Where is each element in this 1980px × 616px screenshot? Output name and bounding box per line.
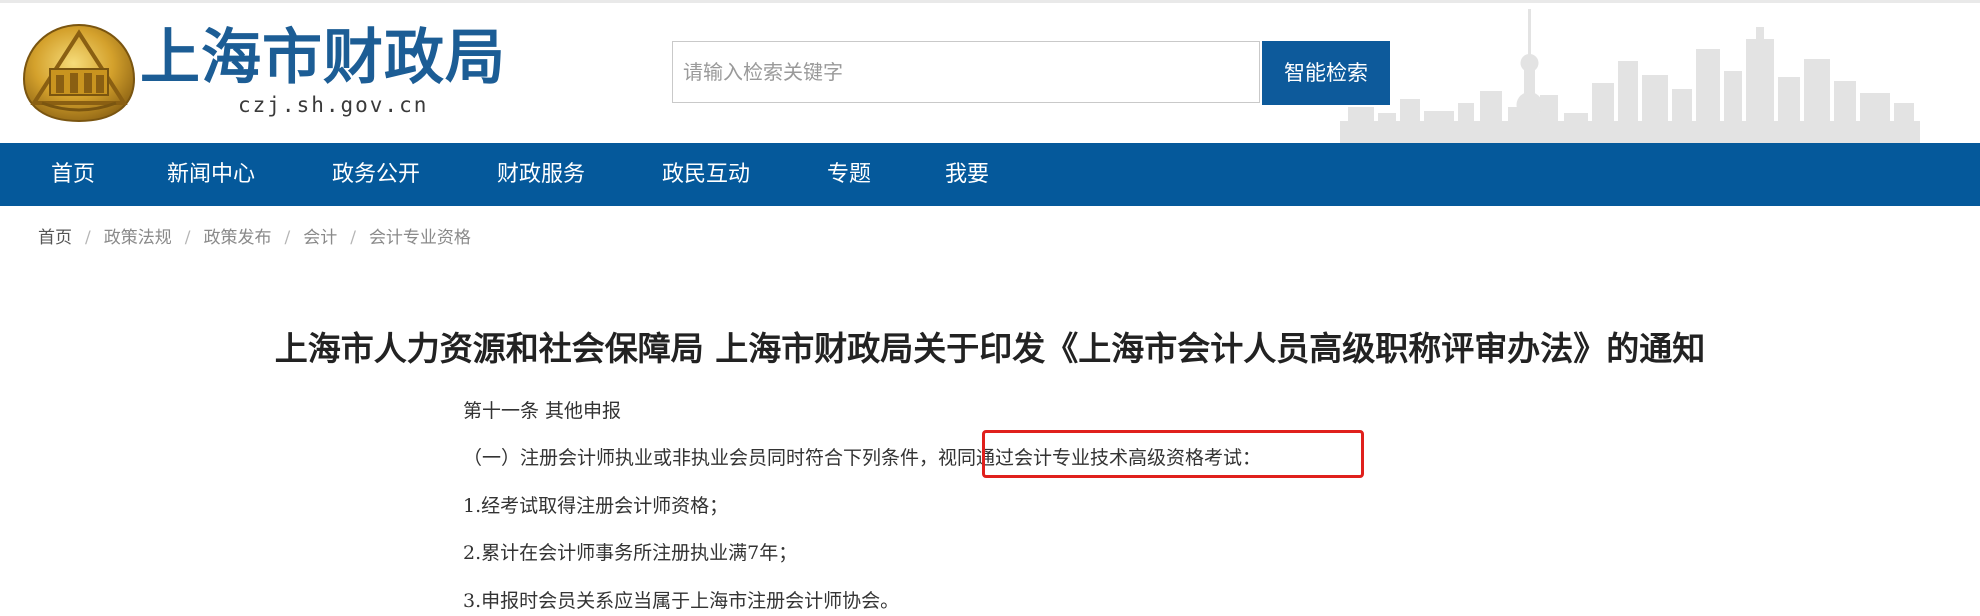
nav-item-home[interactable]: 首页 (51, 143, 95, 206)
nav-item-topics[interactable]: 专题 (827, 143, 871, 206)
article-paragraph: 2.累计在会计师事务所注册执业满7年； (463, 542, 798, 564)
site-domain: czj.sh.gov.cn (238, 93, 429, 117)
nav-item-finance-services[interactable]: 财政服务 (497, 143, 585, 206)
logo-emblem-icon[interactable] (20, 21, 138, 125)
article-paragraph: 3.申报时会员关系应当属于上海市注册会计师协会。 (463, 590, 900, 612)
nav-item-interaction[interactable]: 政民互动 (662, 143, 750, 206)
breadcrumb-separator: / (284, 228, 291, 248)
breadcrumb-item-qualification[interactable]: 会计专业资格 (369, 223, 471, 248)
breadcrumb-separator: / (85, 228, 91, 248)
article-paragraph: 1.经考试取得注册会计师资格； (463, 495, 729, 517)
breadcrumb-item-accounting[interactable]: 会计 (303, 223, 337, 248)
paragraph-text-prefix: （一）注册会计师执业或非执业会员同时符合下列条件， (463, 447, 939, 469)
breadcrumb-separator: / (184, 228, 191, 248)
nav-item-gov-affairs[interactable]: 政务公开 (332, 143, 420, 206)
breadcrumb-item-policy[interactable]: 政策法规 (104, 223, 172, 248)
breadcrumb-item-policy-release[interactable]: 政策发布 (203, 223, 271, 248)
main-nav: 首页 新闻中心 政务公开 财政服务 政民互动 专题 我要 (0, 143, 1980, 206)
article-title: 上海市人力资源和社会保障局 上海市财政局关于印发《上海市会计人员高级职称评审办法… (274, 329, 1706, 368)
city-skyline-icon (1340, 9, 1920, 143)
site-title[interactable]: 上海市财政局 (140, 23, 506, 93)
article-paragraph: 第十一条 其他申报 (463, 400, 622, 422)
nav-item-news[interactable]: 新闻中心 (167, 143, 255, 206)
site-header: 上海市财政局 czj.sh.gov.cn 智能检索 (0, 3, 1980, 143)
breadcrumb: 首页 / 政策法规 / 政策发布 / 会计 / 会计专业资格 (38, 223, 471, 249)
red-highlight-box (982, 430, 1364, 478)
breadcrumb-item-home[interactable]: 首页 (38, 223, 72, 248)
breadcrumb-separator: / (350, 228, 356, 248)
search-input[interactable] (672, 41, 1260, 103)
nav-item-i-want[interactable]: 我要 (945, 143, 989, 206)
